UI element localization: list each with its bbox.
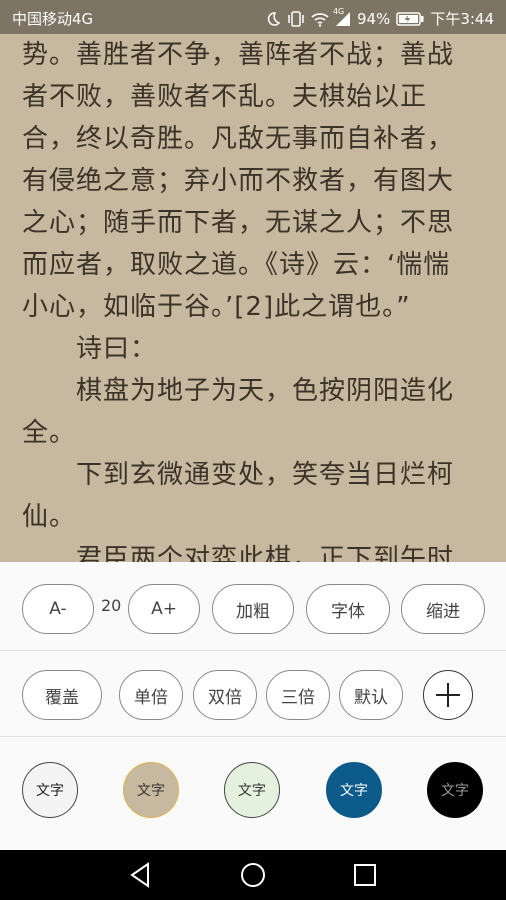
font-settings-row: A- 20 A+ 加粗 字体 缩进: [0, 562, 506, 651]
reader-line: 而应者，取败之道。《诗》云：‘惴惴: [22, 250, 451, 280]
signal-icon: 4G: [333, 7, 351, 27]
carrier-label: 中国移动4G: [12, 10, 94, 28]
theme-label: 文字: [36, 783, 64, 799]
cover-button[interactable]: 覆盖: [22, 670, 102, 720]
theme-label: 文字: [340, 783, 368, 799]
font-decrease-button[interactable]: A-: [22, 584, 94, 634]
reader-line: 之心；随手而下者，无谋之人；不思: [22, 208, 455, 238]
theme-swatch-white[interactable]: 文字: [22, 762, 78, 818]
reader-line: 君臣两个对弈此棋，正下到午时: [22, 544, 455, 562]
add-icon[interactable]: [423, 670, 473, 720]
theme-swatch-black[interactable]: 文字: [427, 762, 483, 818]
moon-icon: [265, 11, 281, 27]
system-nav-bar: [0, 850, 506, 900]
spacing-settings-row: 覆盖 单倍 双倍 三倍 默认: [0, 650, 506, 737]
back-icon[interactable]: [126, 860, 156, 890]
battery-icon: [396, 11, 424, 26]
home-icon[interactable]: [238, 860, 268, 890]
spacing-triple-button[interactable]: 三倍: [266, 670, 330, 720]
spacing-double-button[interactable]: 双倍: [193, 670, 257, 720]
theme-label: 文字: [441, 783, 469, 799]
vibrate-icon: [287, 10, 305, 27]
spacing-single-button[interactable]: 单倍: [119, 670, 183, 720]
reader-line: 仙。: [22, 502, 77, 532]
reader-line: 棋盘为地子为天，色按阴阳造化: [22, 376, 455, 406]
battery-percent: 94%: [356, 9, 391, 28]
wifi-icon: [311, 11, 329, 27]
theme-label: 文字: [238, 783, 266, 799]
bold-button[interactable]: 加粗: [212, 584, 294, 634]
font-increase-button[interactable]: A+: [128, 584, 200, 634]
reader-line: 合，终以奇胜。凡敌无事而自补者，: [22, 124, 455, 154]
reader-line: 有侵绝之意；弃小而不救者，有图大: [22, 166, 455, 196]
theme-swatch-beige[interactable]: 文字: [123, 762, 179, 818]
reader-line: 小心，如临于谷。’[2]此之谓也。”: [22, 292, 411, 322]
theme-swatch-green[interactable]: 文字: [224, 762, 280, 818]
clock: 下午3:44: [430, 10, 494, 28]
theme-swatch-blue[interactable]: 文字: [326, 762, 382, 818]
recents-icon[interactable]: [350, 860, 380, 890]
reader-line: 势。善胜者不争，善阵者不战；善战: [22, 40, 455, 70]
theme-label: 文字: [137, 783, 165, 799]
status-icons: 4G 94% 下午3:44: [265, 7, 494, 29]
reader-line: 者不败，善败者不乱。夫棋始以正: [22, 82, 428, 112]
status-bar: 中国移动4G 4G 94% 下午3:44: [0, 0, 506, 34]
font-size-value: 20: [101, 596, 122, 615]
font-button[interactable]: 字体: [306, 584, 390, 634]
spacing-default-button[interactable]: 默认: [339, 670, 403, 720]
reader-line: 诗曰：: [22, 334, 158, 364]
reader-line: 全。: [22, 418, 77, 448]
reader-line: 下到玄微通变处，笑夸当日烂柯: [22, 460, 455, 490]
network-type-label: 4G: [332, 6, 345, 16]
reader-content[interactable]: 势。善胜者不争，善阵者不战；善战 者不败，善败者不乱。夫棋始以正 合，终以奇胜。…: [0, 34, 506, 562]
indent-button[interactable]: 缩进: [401, 584, 485, 634]
